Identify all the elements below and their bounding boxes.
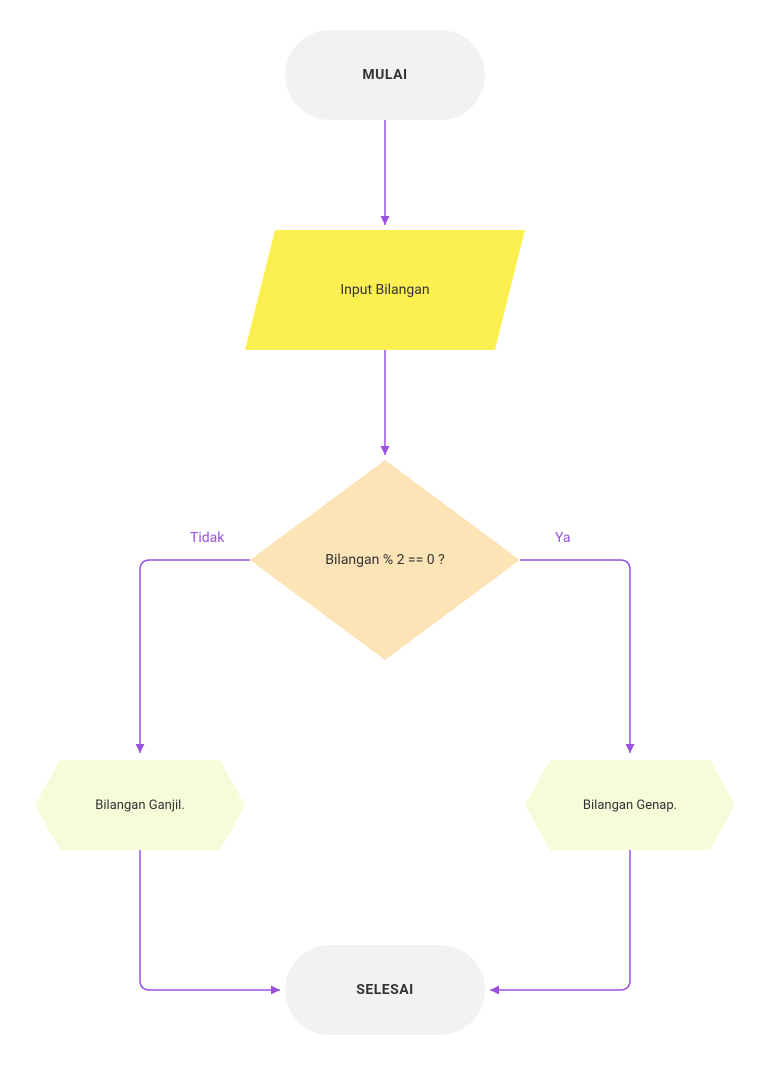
arrow-decision-yes (520, 560, 630, 753)
arrow-odd-to-end (140, 850, 280, 990)
start-label: MULAI (285, 30, 485, 120)
arrow-even-to-end (490, 850, 630, 990)
decision-label: Bilangan % 2 == 0 ? (260, 460, 510, 660)
output-odd-label: Bilangan Ganjil. (35, 760, 245, 850)
branch-no-label: Tidak (190, 530, 224, 546)
end-label: SELESAI (285, 945, 485, 1035)
arrow-decision-no (140, 560, 250, 753)
input-label: Input Bilangan (260, 230, 510, 350)
branch-yes-label: Ya (555, 530, 571, 546)
output-even-label: Bilangan Genap. (525, 760, 735, 850)
